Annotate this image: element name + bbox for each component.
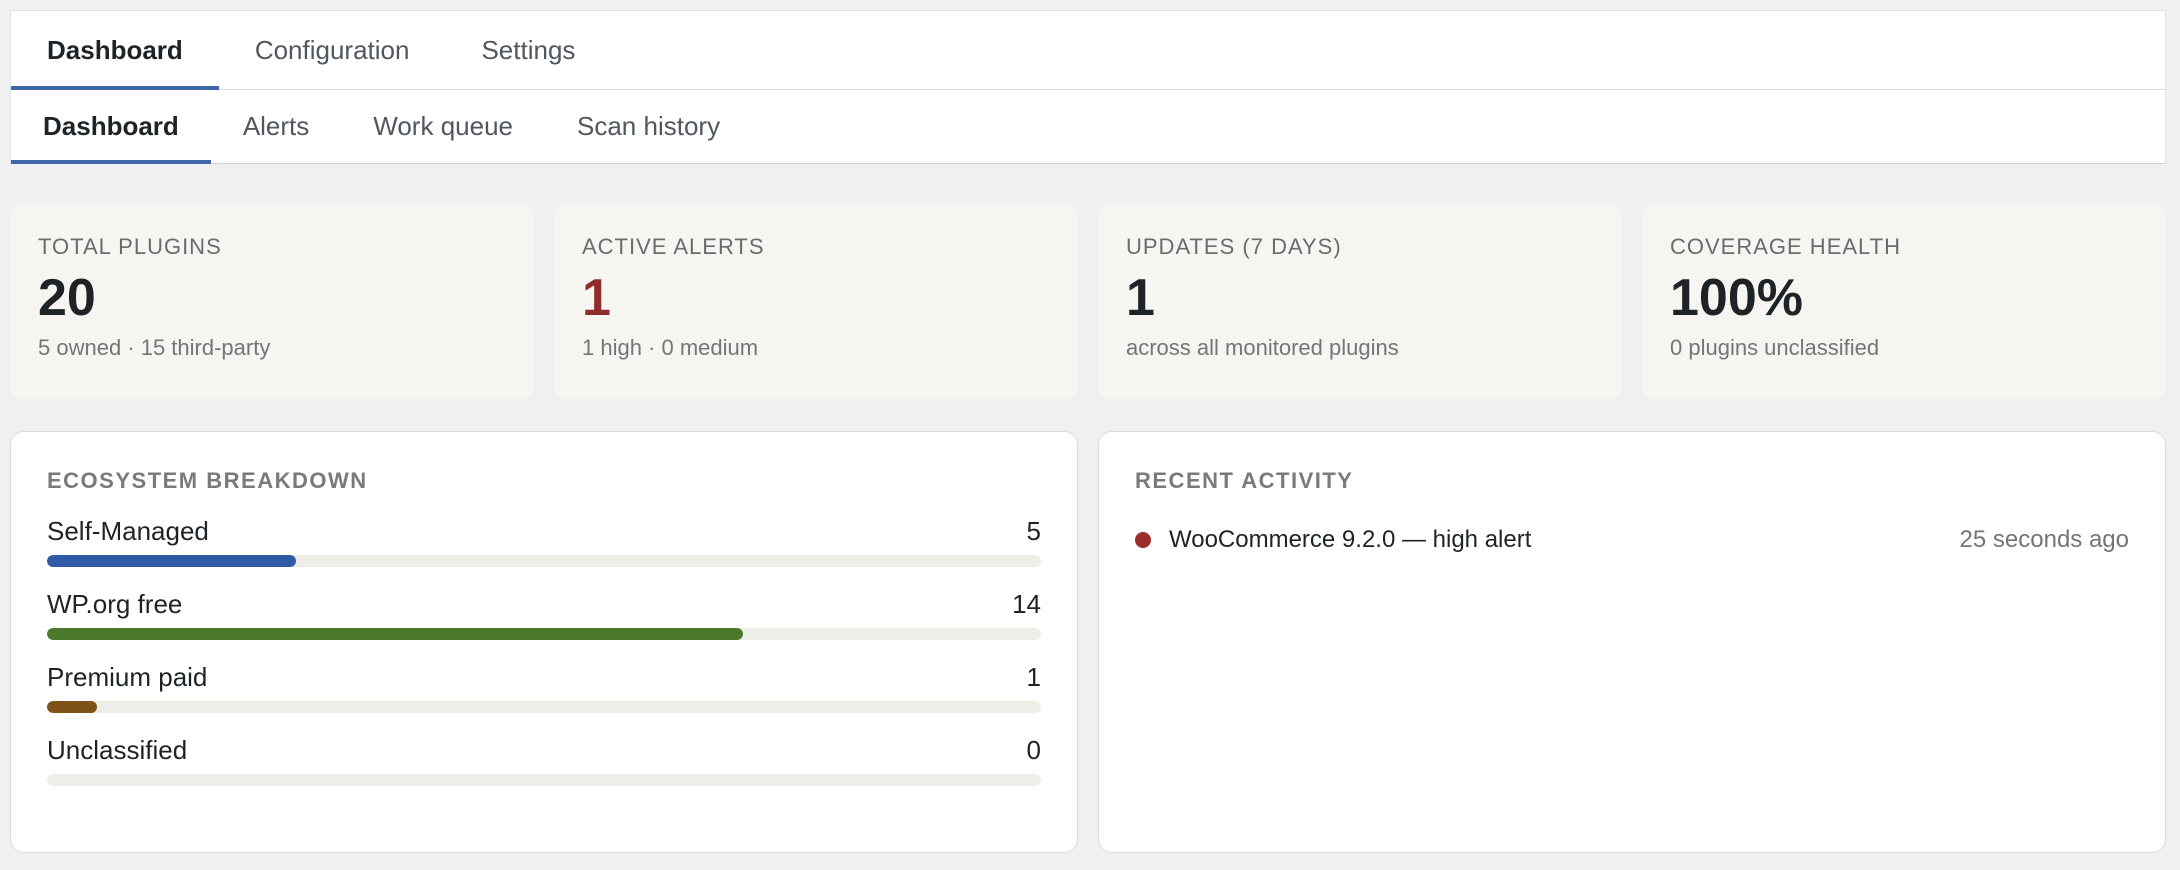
activity-time: 25 seconds ago [1959, 526, 2129, 553]
progress-track [47, 701, 1041, 713]
stat-label: ACTIVE ALERTS [582, 234, 765, 259]
panel-title: ECOSYSTEM BREAKDOWN [47, 468, 368, 493]
ecosystem-label: WP.org free [47, 589, 183, 619]
secondary-tabs: Dashboard Alerts Work queue Scan history [10, 90, 2166, 164]
subtab-dashboard[interactable]: Dashboard [11, 90, 211, 164]
progress-track [47, 628, 1041, 640]
subtab-label: Alerts [242, 111, 310, 141]
ecosystem-count: 1 [1026, 662, 1041, 692]
stat-value: 1 [1126, 269, 1155, 327]
stat-value: 20 [38, 269, 96, 327]
subtab-label: Scan history [577, 111, 721, 141]
subtab-alerts[interactable]: Alerts [211, 90, 341, 163]
stat-label: UPDATES (7 DAYS) [1126, 234, 1342, 259]
subtab-scan-history[interactable]: Scan history [545, 90, 752, 163]
tab-settings[interactable]: Settings [445, 11, 611, 89]
ecosystem-row-premium-paid: Premium paid 1 [47, 662, 1041, 713]
alert-status-dot-icon [1135, 532, 1151, 548]
progress-fill [47, 555, 296, 567]
progress-fill [47, 628, 743, 640]
stat-value: 100% [1670, 269, 1803, 327]
stat-label: COVERAGE HEALTH [1670, 234, 1901, 259]
stat-label: TOTAL PLUGINS [38, 234, 222, 259]
ecosystem-breakdown-panel: ECOSYSTEM BREAKDOWN Self-Managed 5 WP.or… [10, 431, 1078, 853]
tab-configuration[interactable]: Configuration [219, 11, 446, 89]
primary-tabs: Dashboard Configuration Settings [10, 10, 2166, 90]
progress-fill [47, 701, 97, 713]
plugin-monitor-app: Dashboard Configuration Settings Dashboa… [10, 10, 2166, 853]
stat-value: 1 [582, 269, 611, 327]
stat-card-total-plugins: TOTAL PLUGINS 20 5 owned · 15 third-part… [10, 204, 534, 399]
activity-text: WooCommerce 9.2.0 — high alert [1169, 526, 1532, 553]
subtab-label: Work queue [373, 111, 513, 141]
ecosystem-count: 14 [1012, 589, 1041, 619]
ecosystem-label: Self-Managed [47, 516, 209, 546]
progress-track [47, 555, 1041, 567]
stat-cards: TOTAL PLUGINS 20 5 owned · 15 third-part… [10, 204, 2166, 399]
recent-activity-panel: RECENT ACTIVITY WooCommerce 9.2.0 — high… [1098, 431, 2166, 853]
tab-label: Configuration [254, 34, 410, 65]
subtab-label: Dashboard [43, 111, 179, 141]
ecosystem-count: 5 [1026, 516, 1041, 546]
stat-card-coverage-health: COVERAGE HEALTH 100% 0 plugins unclassif… [1642, 204, 2166, 399]
panels: ECOSYSTEM BREAKDOWN Self-Managed 5 WP.or… [10, 431, 2166, 853]
stat-subtext: across all monitored plugins [1126, 335, 1399, 361]
subtab-work-queue[interactable]: Work queue [341, 90, 545, 163]
ecosystem-label: Premium paid [47, 662, 208, 692]
tab-label: Dashboard [47, 34, 183, 65]
stat-subtext: 0 plugins unclassified [1670, 335, 1880, 361]
tab-label: Settings [481, 34, 576, 65]
tab-dashboard[interactable]: Dashboard [11, 11, 219, 90]
ecosystem-row-unclassified: Unclassified 0 [47, 735, 1041, 786]
stat-subtext: 5 owned · 15 third-party [38, 335, 271, 361]
ecosystem-row-wporg-free: WP.org free 14 [47, 589, 1041, 640]
progress-track [47, 774, 1041, 786]
stat-card-active-alerts: ACTIVE ALERTS 1 1 high · 0 medium [554, 204, 1078, 399]
ecosystem-count: 0 [1026, 735, 1041, 765]
activity-item[interactable]: WooCommerce 9.2.0 — high alert 25 second… [1135, 526, 2129, 554]
panel-title: RECENT ACTIVITY [1135, 468, 1354, 493]
ecosystem-label: Unclassified [47, 735, 188, 765]
ecosystem-row-self-managed: Self-Managed 5 [47, 516, 1041, 567]
stat-subtext: 1 high · 0 medium [582, 335, 759, 361]
stat-card-updates: UPDATES (7 DAYS) 1 across all monitored … [1098, 204, 1622, 399]
